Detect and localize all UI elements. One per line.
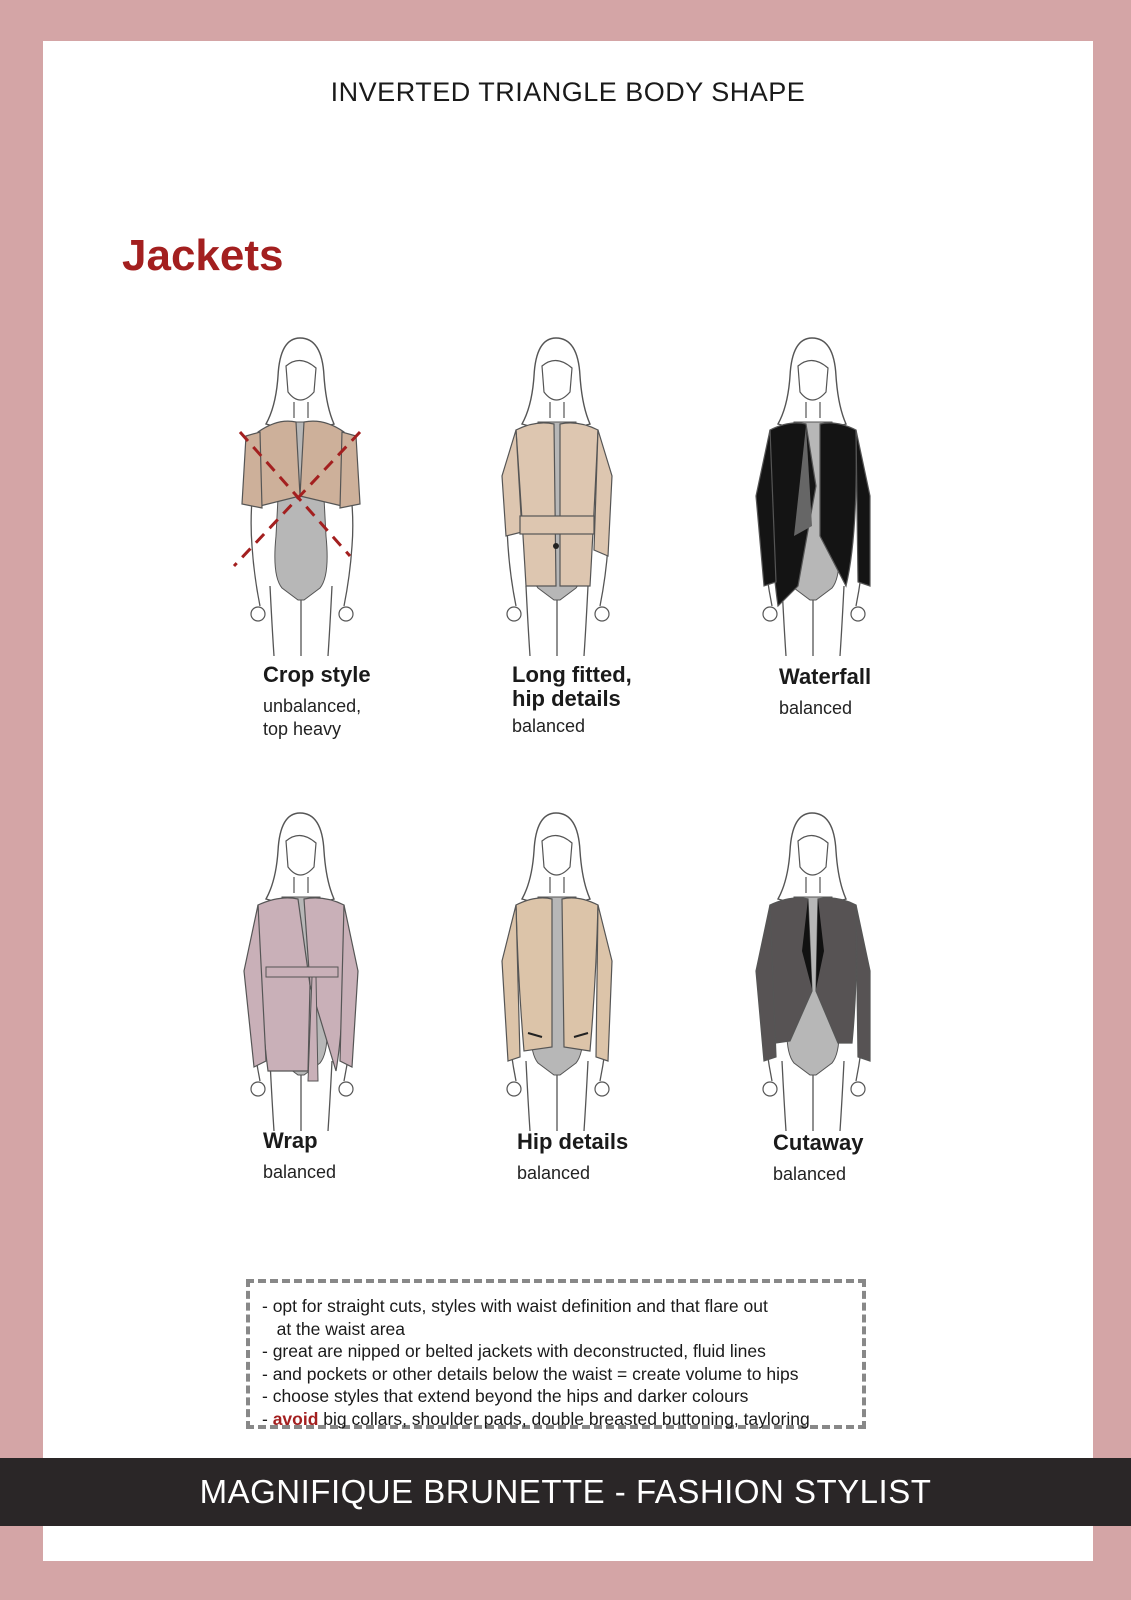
- tip-item: - opt for straight cuts, styles with wai…: [262, 1296, 768, 1316]
- page-title: INVERTED TRIANGLE BODY SHAPE: [330, 77, 806, 107]
- style-verdict: balanced: [773, 1164, 847, 1184]
- caption-hip-details: Hip details balanced: [517, 1130, 717, 1185]
- caption-wrap: Wrap balanced: [263, 1129, 463, 1184]
- avoid-prefix: -: [262, 1408, 273, 1429]
- style-verdict: balanced: [512, 716, 586, 736]
- style-name: Cutaway: [773, 1130, 864, 1155]
- style-verdict: balanced: [517, 1163, 591, 1183]
- caption-cutaway: Cutaway balanced: [773, 1131, 973, 1186]
- tips-list: - opt for straight cuts, styles with wai…: [262, 1295, 862, 1430]
- footer-banner: MAGNIFIQUE BRUNETTE - FASHION STYLIST: [0, 1458, 1131, 1526]
- style-name: Wrap: [263, 1128, 318, 1153]
- style-verdict: balanced: [779, 698, 853, 718]
- tips-box: - opt for straight cuts, styles with wai…: [246, 1279, 866, 1429]
- style-name: Crop style: [263, 662, 371, 687]
- tip-item-avoid: - avoid big collars, shoulder pads, doub…: [262, 1408, 862, 1431]
- hip-details-jacket-figure: [456, 811, 656, 1131]
- caption-crop-style: Crop style unbalanced, top heavy: [263, 663, 463, 741]
- waterfall-jacket-figure: [712, 336, 912, 656]
- long-fitted-jacket-figure: [456, 336, 656, 656]
- style-verdict: balanced: [263, 1162, 337, 1182]
- style-name: Long fitted, hip details: [512, 662, 632, 711]
- page: INVERTED TRIANGLE BODY SHAPE Jackets Cro…: [43, 41, 1093, 1561]
- style-name: Waterfall: [779, 664, 872, 689]
- tip-item: - great are nipped or belted jackets wit…: [262, 1341, 766, 1361]
- tip-item: at the waist area: [262, 1318, 405, 1339]
- style-verdict: unbalanced, top heavy: [263, 696, 362, 739]
- cutaway-jacket-figure: [712, 811, 912, 1131]
- avoid-text: big collars, shoulder pads, double breas…: [318, 1408, 810, 1429]
- tip-item: - choose styles that extend beyond the h…: [262, 1386, 749, 1406]
- style-name: Hip details: [517, 1129, 629, 1154]
- section-title: Jackets: [122, 231, 284, 280]
- caption-waterfall: Waterfall balanced: [779, 665, 979, 720]
- avoid-keyword: avoid: [272, 1408, 319, 1429]
- tip-item: - and pockets or other details below the…: [262, 1363, 799, 1384]
- wrap-jacket-figure: [200, 811, 400, 1131]
- caption-long-fitted: Long fitted, hip details balanced: [512, 663, 712, 738]
- crop-jacket-figure: [200, 336, 400, 656]
